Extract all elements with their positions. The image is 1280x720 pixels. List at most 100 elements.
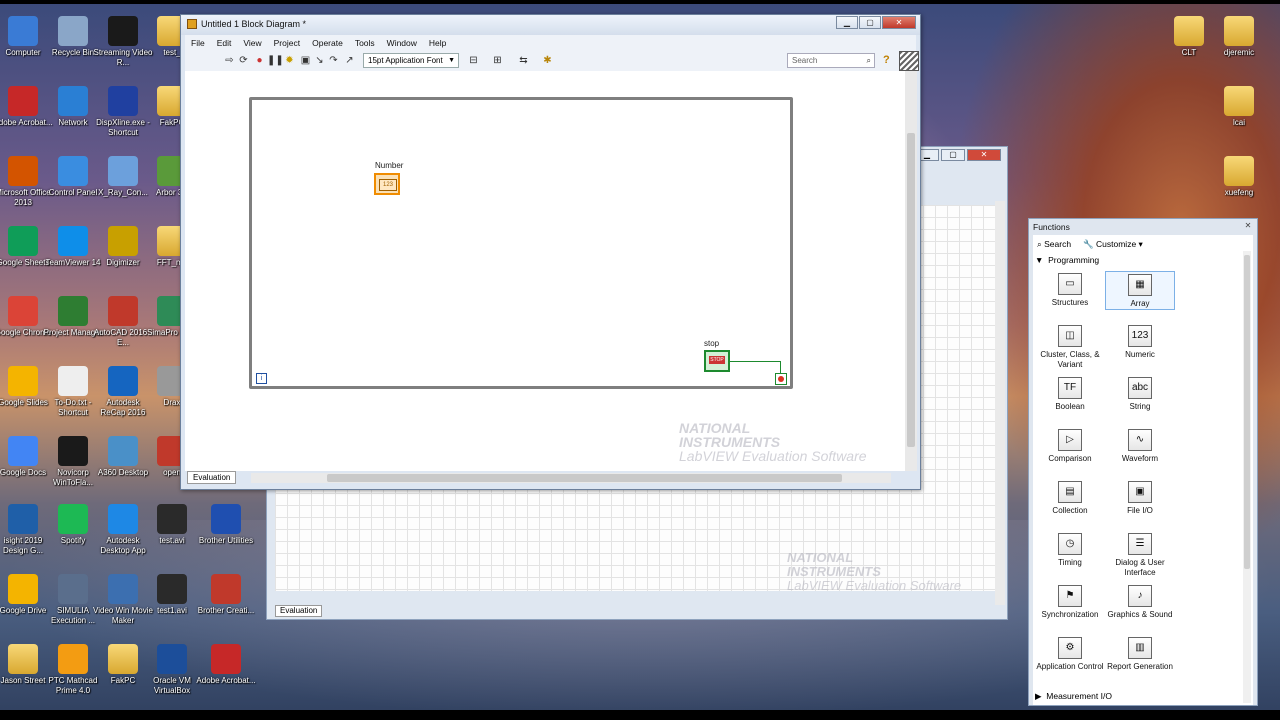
desktop-icon[interactable]: Oracle VM VirtualBox (142, 644, 202, 696)
palette-item[interactable]: ◫ Cluster, Class, & Variant (1035, 323, 1105, 370)
palette-scroll-thumb[interactable] (1244, 255, 1250, 569)
palette-item[interactable]: TF Boolean (1035, 375, 1105, 412)
abort-execution-icon[interactable]: ● (253, 54, 266, 67)
desktop-icon-label: Adobe Acrobat... (196, 676, 256, 685)
desktop-icon-glyph (8, 86, 38, 116)
desktop-icon[interactable]: djeremic (1209, 16, 1269, 58)
align-objects-icon[interactable]: ⊟ (467, 54, 480, 67)
desktop-icon[interactable]: xuefeng (1209, 156, 1269, 198)
font-select[interactable]: 15pt Application Font ▼ (363, 53, 459, 68)
desktop-icon[interactable]: test.avi (142, 504, 202, 546)
palette-item[interactable]: ▣ File I/O (1105, 479, 1175, 516)
palette-title: Functions (1033, 222, 1070, 232)
search-input[interactable]: Search ⌕ (787, 53, 875, 68)
desktop-icon-label: xuefeng (1224, 188, 1254, 197)
palette-item[interactable]: ▦ Array (1105, 271, 1175, 310)
vi-icon[interactable] (899, 51, 919, 71)
palette-item[interactable]: ⚑ Synchronization (1035, 583, 1105, 620)
evaluation-tab[interactable]: Evaluation (187, 471, 237, 484)
block-diagram-canvas[interactable]: Number stop i NATIONAL INSTRUMENTS LabVI… (185, 71, 907, 471)
step-over-icon[interactable]: ↷ (327, 54, 340, 67)
title-bar[interactable]: Untitled 1 Block Diagram * ▁ ▢ ✕ (181, 15, 920, 35)
chevron-down-icon: ▼ (448, 57, 455, 64)
maximize-button[interactable]: ▢ (859, 16, 881, 29)
menu-help[interactable]: Help (423, 35, 452, 51)
pause-icon[interactable]: ❚❚ (267, 54, 284, 67)
desktop-icon[interactable]: Brother Creati... (196, 574, 256, 616)
stop-wire[interactable] (730, 361, 781, 362)
watermark-line1: NATIONAL (679, 420, 751, 436)
desktop-icon[interactable]: Brother Utilities (196, 504, 256, 546)
vertical-scroll-thumb[interactable] (907, 133, 915, 447)
horizontal-scroll-thumb[interactable] (327, 474, 842, 482)
palette-item[interactable]: ◷ Timing (1035, 531, 1105, 568)
palette-search-button[interactable]: ⌕ Search (1037, 239, 1071, 250)
palette-item[interactable]: ∿ Waveform (1105, 427, 1175, 464)
palette-category-measurement[interactable]: ▶ Measurement I/O (1035, 691, 1112, 702)
bg-close-button[interactable]: ✕ (967, 149, 1001, 161)
iteration-terminal[interactable]: i (256, 373, 267, 384)
palette-item[interactable]: ▥ Report Generation (1105, 635, 1175, 672)
menu-tools[interactable]: Tools (349, 35, 381, 51)
distribute-objects-icon[interactable]: ⊞ (491, 54, 504, 67)
minimize-button[interactable]: ▁ (836, 16, 858, 29)
step-into-icon[interactable]: ↘ (313, 54, 326, 67)
block-diagram-window[interactable]: Untitled 1 Block Diagram * ▁ ▢ ✕ File Edi… (180, 14, 921, 490)
desktop-icon-glyph (157, 504, 187, 534)
desktop-icon-label: test1.avi (157, 606, 187, 615)
palette-item[interactable]: 123 Numeric (1105, 323, 1175, 360)
palette-category-programming[interactable]: ▼ Programming (1035, 255, 1099, 265)
palette-customize-label: Customize (1096, 239, 1137, 249)
palette-close-icon[interactable]: ✕ (1242, 221, 1254, 232)
bg-evaluation-tab[interactable]: Evaluation (275, 605, 323, 617)
functions-palette[interactable]: Functions ✕ ⌕ Search 🔧 Customize ▾ ▼ Pro… (1028, 218, 1258, 706)
search-icon[interactable]: ⌕ (867, 54, 871, 67)
desktop-icon[interactable]: test1.avi (142, 574, 202, 616)
menu-operate[interactable]: Operate (306, 35, 349, 51)
menu-project[interactable]: Project (268, 35, 306, 51)
palette-item[interactable]: ▭ Structures (1035, 271, 1105, 308)
palette-item[interactable]: ♪ Graphics & Sound (1105, 583, 1175, 620)
desktop-icon[interactable]: Adobe Acrobat... (196, 644, 256, 686)
while-loop[interactable]: Number stop i (249, 97, 793, 389)
palette-item[interactable]: ▷ Comparison (1035, 427, 1105, 464)
vertical-scrollbar[interactable] (905, 71, 917, 471)
palette-item-icon: ♪ (1128, 585, 1152, 607)
palette-item-label: Cluster, Class, & Variant (1040, 350, 1100, 369)
retain-wire-values-icon[interactable]: ▣ (299, 54, 312, 67)
desktop-icon-glyph (58, 644, 88, 674)
desktop-icon-glyph (108, 644, 138, 674)
palette-scrollbar[interactable] (1243, 251, 1251, 703)
run-continuously-icon[interactable]: ⟳ (237, 54, 250, 67)
context-help-icon[interactable]: ? (883, 54, 895, 66)
horizontal-scrollbar[interactable] (251, 473, 891, 483)
bg-vertical-scrollbar[interactable] (995, 201, 1005, 605)
number-control-terminal[interactable] (374, 173, 400, 195)
desktop-icon-label: djeremic (1223, 48, 1255, 57)
menu-window[interactable]: Window (381, 35, 423, 51)
palette-customize-button[interactable]: 🔧 Customize ▾ (1083, 239, 1143, 250)
palette-item-icon: abc (1128, 377, 1152, 399)
menu-edit[interactable]: Edit (211, 35, 238, 51)
loop-condition-terminal[interactable] (775, 373, 787, 385)
menu-view[interactable]: View (237, 35, 267, 51)
run-arrow-icon[interactable]: ⇨ (223, 54, 236, 67)
stop-button-terminal[interactable] (704, 350, 730, 372)
palette-item-icon: 123 (1128, 325, 1152, 347)
bg-maximize-button[interactable]: ▢ (941, 149, 965, 161)
palette-item[interactable]: ▤ Collection (1035, 479, 1105, 516)
menu-file[interactable]: File (185, 35, 211, 51)
palette-item[interactable]: abc String (1105, 375, 1175, 412)
palette-item[interactable]: ⚙ Application Control (1035, 635, 1105, 672)
highlight-execution-icon[interactable]: ✹ (283, 54, 296, 67)
step-out-icon[interactable]: ↗ (343, 54, 356, 67)
clean-up-diagram-icon[interactable]: ✱ (541, 54, 554, 67)
palette-item-icon: ⚙ (1058, 637, 1082, 659)
reorder-icon[interactable]: ⇆ (517, 54, 530, 67)
close-button[interactable]: ✕ (882, 16, 916, 29)
desktop-icon-glyph (58, 296, 88, 326)
font-select-value: 15pt Application Font (368, 56, 443, 65)
palette-item[interactable]: ☰ Dialog & User Interface (1105, 531, 1175, 578)
desktop-icon[interactable]: lcai (1209, 86, 1269, 128)
labview-app-icon (187, 19, 197, 29)
